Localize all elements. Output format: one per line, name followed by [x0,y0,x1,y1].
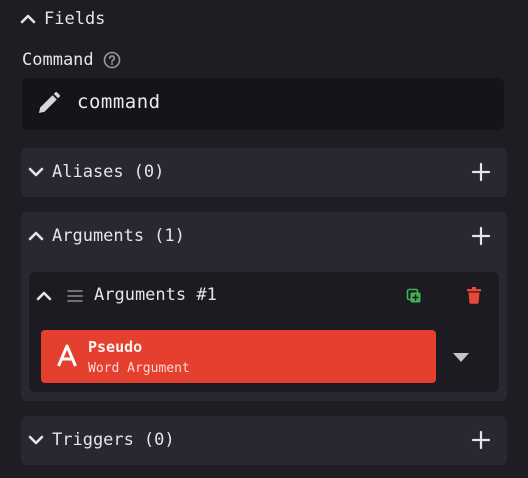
command-label: Command [22,50,94,70]
chevron-down-icon [28,435,44,445]
letter-a-icon [57,344,77,367]
caret-down-icon [453,353,469,362]
drag-handle-icon[interactable] [67,289,83,303]
argument-name: Pseudo [88,338,143,356]
add-alias-plus-icon[interactable] [471,162,491,182]
chevron-up-icon[interactable] [36,288,52,304]
command-label-row: Command [22,48,121,72]
fields-header[interactable]: Fields [20,6,105,32]
aliases-count: (0) [133,162,165,182]
arguments-count: (1) [154,226,185,246]
duplicate-icon[interactable] [406,288,422,304]
argument-type: Word Argument [88,361,190,376]
pencil-icon [39,92,60,113]
add-trigger-plus-icon[interactable] [471,430,491,450]
command-input[interactable]: command [22,78,504,130]
chevron-up-icon [28,231,44,241]
triggers-label: Triggers [52,430,134,450]
argument-card: Arguments #1 Pseudo Word Argument [29,272,499,392]
chevron-up-icon [20,14,36,24]
fields-title: Fields [44,9,106,29]
arguments-header[interactable]: Arguments (1) [21,212,507,260]
argument-title: Arguments #1 [94,285,217,305]
aliases-header[interactable]: Aliases (0) [21,148,507,196]
argument-item-pseudo[interactable]: Pseudo Word Argument [41,330,436,383]
triggers-section: Triggers (0) [21,416,507,465]
command-value: command [77,91,161,113]
add-argument-plus-icon[interactable] [471,226,491,246]
chevron-down-icon [28,167,44,177]
triggers-count: (0) [143,430,175,450]
help-icon[interactable] [103,51,121,69]
aliases-label: Aliases [52,162,124,182]
arguments-section: Arguments (1) Arguments #1 Pseudo Word A… [21,212,507,401]
arguments-label: Arguments [52,226,145,246]
argument-dropdown-button[interactable] [436,330,489,383]
aliases-section: Aliases (0) [21,148,507,197]
argument-card-header[interactable]: Arguments #1 [29,272,499,320]
triggers-header[interactable]: Triggers (0) [21,416,507,464]
trash-icon[interactable] [467,287,481,304]
